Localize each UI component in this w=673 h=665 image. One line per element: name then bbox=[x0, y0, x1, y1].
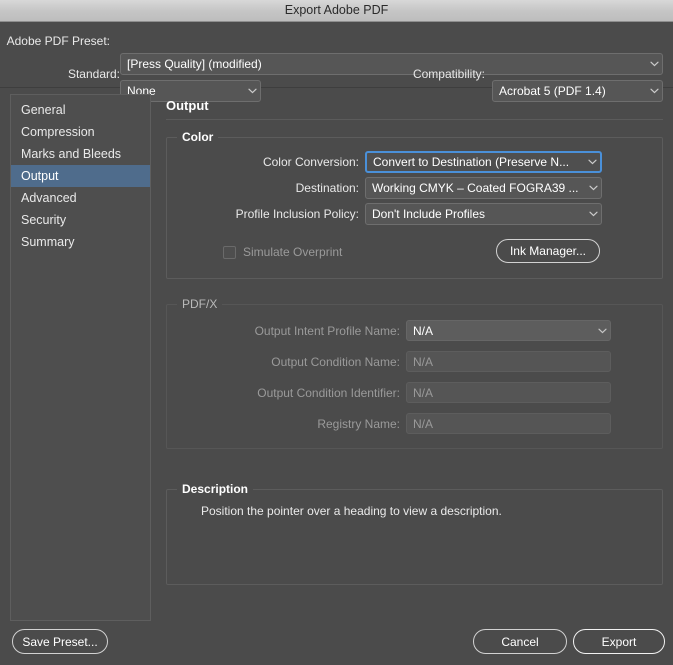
output-intent-profile-name-dropdown[interactable]: N/A bbox=[406, 320, 611, 341]
export-button-label: Export bbox=[601, 634, 637, 649]
save-preset-button-label: Save Preset... bbox=[22, 634, 98, 649]
export-button[interactable]: Export bbox=[573, 629, 665, 654]
chevron-down-icon bbox=[646, 61, 662, 67]
output-condition-identifier-label: Output Condition Identifier: bbox=[257, 386, 400, 400]
ink-manager-button[interactable]: Ink Manager... bbox=[496, 239, 600, 263]
cancel-button-label: Cancel bbox=[501, 634, 539, 649]
chevron-down-icon bbox=[585, 211, 601, 217]
output-condition-identifier-input[interactable]: N/A bbox=[406, 382, 611, 403]
chevron-down-icon bbox=[594, 328, 610, 334]
window-titlebar: Export Adobe PDF bbox=[0, 0, 673, 22]
profile-inclusion-policy-label: Profile Inclusion Policy: bbox=[235, 207, 359, 221]
export-adobe-pdf-dialog: Export Adobe PDF Adobe PDF Preset: [Pres… bbox=[0, 0, 673, 665]
settings-category-list[interactable]: General Compression Marks and Bleeds Out… bbox=[10, 94, 151, 621]
window-title: Export Adobe PDF bbox=[284, 3, 389, 17]
profile-inclusion-policy-value: Don't Include Profiles bbox=[372, 207, 486, 221]
output-intent-profile-name-value: N/A bbox=[413, 323, 434, 338]
ink-manager-button-label: Ink Manager... bbox=[509, 244, 587, 258]
adobe-pdf-preset-label: Adobe PDF Preset: bbox=[6, 34, 110, 48]
preset-header-area: Adobe PDF Preset: [Press Quality] (modif… bbox=[0, 22, 673, 102]
output-intent-profile-name-label: Output Intent Profile Name: bbox=[254, 324, 400, 338]
save-preset-button[interactable]: Save Preset... bbox=[12, 629, 108, 654]
sidebar-item-summary[interactable]: Summary bbox=[11, 231, 150, 253]
output-panel: Output Color Color Conversion: Convert t… bbox=[164, 94, 664, 621]
destination-value: Working CMYK – Coated FOGRA39 ... bbox=[372, 181, 579, 195]
sidebar-item-compression[interactable]: Compression bbox=[11, 121, 150, 143]
description-group: Description Position the pointer over a … bbox=[166, 482, 663, 585]
sidebar-item-general[interactable]: General bbox=[11, 99, 150, 121]
simulate-overprint-checkbox[interactable]: Simulate Overprint bbox=[223, 245, 342, 259]
color-group-legend: Color bbox=[177, 130, 219, 144]
sidebar-item-marks-and-bleeds[interactable]: Marks and Bleeds bbox=[11, 143, 150, 165]
color-conversion-label: Color Conversion: bbox=[262, 155, 359, 169]
chevron-down-icon bbox=[585, 185, 601, 191]
output-condition-name-label: Output Condition Name: bbox=[271, 355, 400, 369]
registry-name-input[interactable]: N/A bbox=[406, 413, 611, 434]
cancel-button[interactable]: Cancel bbox=[473, 629, 567, 654]
pdfx-group-legend: PDF/X bbox=[177, 297, 223, 311]
dialog-footer: Save Preset... Cancel Export bbox=[0, 621, 673, 665]
sidebar-item-output[interactable]: Output bbox=[11, 165, 150, 187]
checkbox-box-icon bbox=[223, 245, 236, 259]
chevron-down-icon bbox=[584, 159, 600, 165]
description-text: Position the pointer over a heading to v… bbox=[201, 504, 502, 518]
color-conversion-value: Convert to Destination (Preserve N... bbox=[373, 155, 570, 169]
standard-label: Standard: bbox=[67, 67, 120, 81]
pdfx-group: PDF/X Output Intent Profile Name: N/A Ou… bbox=[166, 297, 663, 449]
panel-title: Output bbox=[166, 98, 209, 113]
output-condition-name-input[interactable]: N/A bbox=[406, 351, 611, 372]
sidebar-item-advanced[interactable]: Advanced bbox=[11, 187, 150, 209]
simulate-overprint-label: Simulate Overprint bbox=[243, 245, 343, 259]
panel-divider bbox=[166, 119, 663, 120]
color-group: Color Color Conversion: Convert to Desti… bbox=[166, 130, 663, 279]
destination-label: Destination: bbox=[295, 181, 359, 195]
profile-inclusion-policy-dropdown[interactable]: Don't Include Profiles bbox=[365, 203, 602, 225]
description-group-legend: Description bbox=[177, 482, 254, 496]
destination-dropdown[interactable]: Working CMYK – Coated FOGRA39 ... bbox=[365, 177, 602, 199]
sidebar-item-security[interactable]: Security bbox=[11, 209, 150, 231]
registry-name-label: Registry Name: bbox=[317, 417, 400, 431]
compatibility-label: Compatibility: bbox=[412, 67, 485, 81]
color-conversion-dropdown[interactable]: Convert to Destination (Preserve N... bbox=[365, 151, 602, 173]
